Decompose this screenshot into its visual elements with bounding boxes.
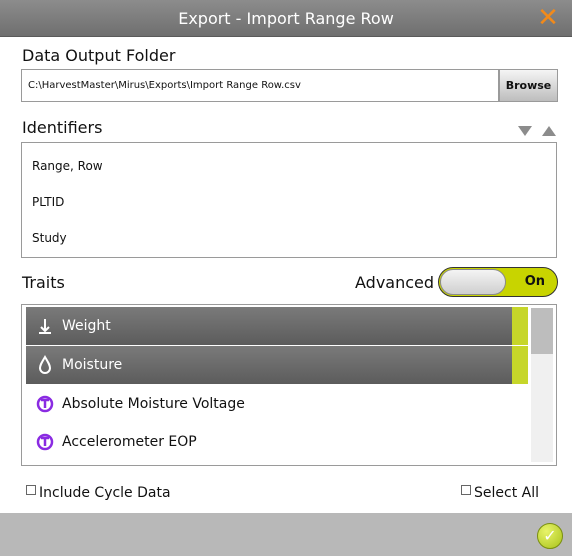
checkbox-icon[interactable]	[461, 485, 471, 495]
move-up-icon[interactable]	[542, 126, 556, 136]
scrollbar-thumb[interactable]	[531, 308, 553, 354]
toggle-state-label: On	[524, 274, 545, 289]
identifiers-list: Range, Row PLTID Study	[21, 142, 557, 258]
select-all-label: Select All	[474, 485, 539, 501]
trait-label: Moisture	[62, 357, 123, 373]
export-dialog: Export - Import Range Row ✕ Data Output …	[0, 0, 572, 556]
close-icon[interactable]: ✕	[536, 4, 560, 32]
selected-accent	[512, 307, 528, 345]
sort-arrows	[513, 121, 556, 136]
output-folder-label: Data Output Folder	[22, 46, 176, 65]
move-down-icon[interactable]	[517, 126, 532, 136]
include-cycle-data-label: Include Cycle Data	[39, 485, 171, 501]
browse-button[interactable]: Browse	[499, 69, 558, 102]
trait-label: Accelerometer EOP	[62, 434, 197, 450]
trait-row-moisture[interactable]: Moisture	[26, 346, 528, 384]
checkbox-icon[interactable]	[26, 485, 36, 495]
check-circle-icon[interactable]: ✓	[537, 523, 563, 549]
selected-accent	[512, 346, 528, 384]
footer-bar: ✓	[0, 513, 572, 556]
title-bar: Export - Import Range Row ✕	[0, 0, 572, 37]
trait-row-absolute-moisture-voltage[interactable]: Absolute Moisture Voltage	[26, 385, 528, 423]
identifier-item[interactable]: PLTID	[32, 195, 64, 209]
output-path-field[interactable]: C:\HarvestMaster\Mirus\Exports\Import Ra…	[21, 69, 499, 102]
moisture-drop-icon	[36, 346, 54, 384]
weight-icon	[36, 307, 54, 345]
trait-row-accelerometer-eop[interactable]: Accelerometer EOP	[26, 423, 528, 461]
trait-label: Weight	[62, 318, 111, 334]
calculated-trait-icon	[36, 423, 54, 461]
identifier-item[interactable]: Range, Row	[32, 159, 103, 173]
traits-scrollbar[interactable]	[531, 308, 553, 462]
trait-row-weight[interactable]: Weight	[26, 307, 528, 345]
toggle-knob	[440, 269, 506, 295]
include-cycle-data-checkbox[interactable]: Include Cycle Data	[26, 483, 171, 503]
traits-list: Weight Moisture Absolute Moisture Voltag…	[21, 304, 557, 466]
trait-label: Absolute Moisture Voltage	[62, 396, 245, 412]
identifiers-label: Identifiers	[22, 118, 103, 137]
advanced-label: Advanced	[355, 273, 435, 292]
traits-label: Traits	[22, 273, 65, 292]
advanced-toggle[interactable]: On	[438, 267, 558, 297]
identifier-item[interactable]: Study	[32, 231, 67, 245]
select-all-checkbox[interactable]: Select All	[461, 483, 539, 503]
calculated-trait-icon	[36, 385, 54, 423]
dialog-title: Export - Import Range Row	[178, 9, 394, 28]
